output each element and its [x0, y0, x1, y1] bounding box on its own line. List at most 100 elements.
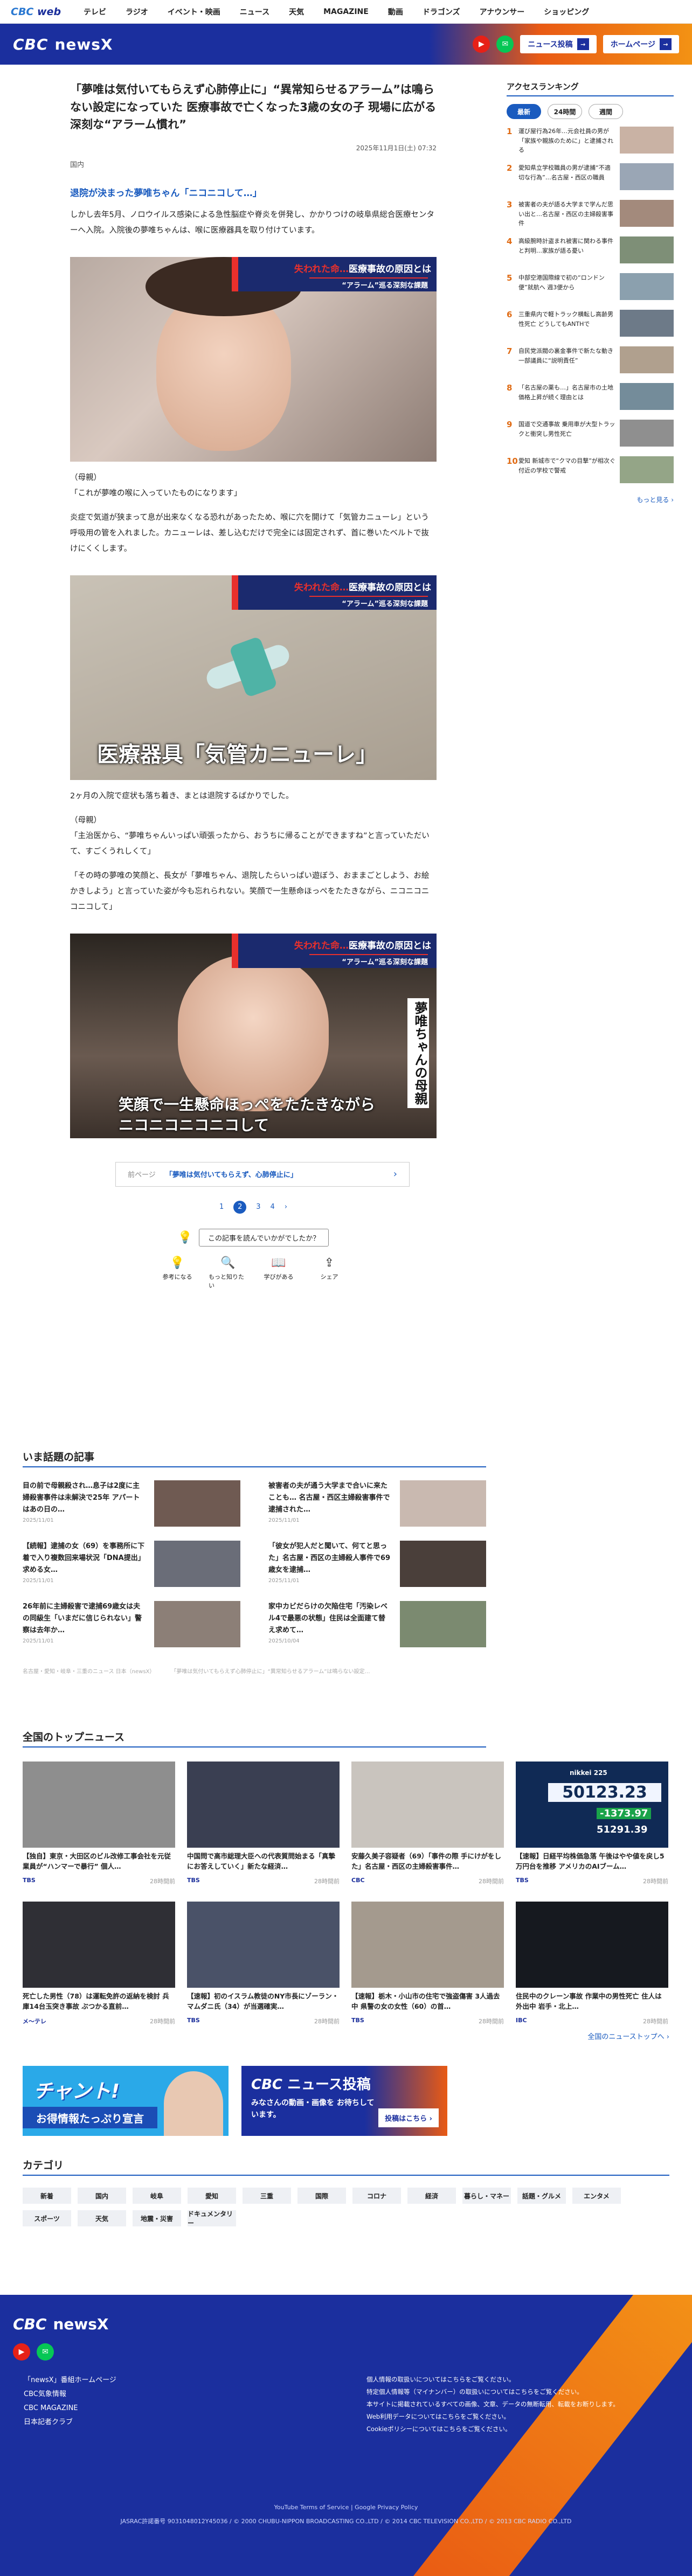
trending-thumbnail	[400, 1480, 486, 1527]
topnews-item[interactable]: nikkei 225 50123.23 -1373.97 51291.39 【速報】日経…	[516, 1762, 668, 1885]
cannula-hub-shape	[229, 636, 278, 698]
footer-link-weather[interactable]: CBC気象情報	[24, 2387, 116, 2401]
rank-headline: 中部空港国際線で初の“ロンドン便”就航へ 週3便から	[518, 274, 605, 291]
trending-item[interactable]: 【続報】逮捕の女（69）を事務所に下着で入り複数回来場状況「DNA提出」求める女…	[23, 1541, 240, 1587]
category-12[interactable]: 天気	[78, 2210, 126, 2226]
nav-tv[interactable]: テレビ	[75, 6, 115, 17]
topnews-item[interactable]: 安藤久美子容疑者（69）「事件の際 手にけがをした」名古屋・西区の主婦殺害事件……	[351, 1762, 504, 1885]
ranking-item[interactable]: 1 運び屋行為26年…元会社員の男が「家族や親族のために」と逮捕される	[507, 127, 674, 156]
tab-latest[interactable]: 最新	[507, 104, 541, 119]
ranking-item[interactable]: 8 「名古屋の薬も…」名古屋市の土地価格上昇が続く理由とは	[507, 383, 674, 412]
nav-shopping[interactable]: ショッピング	[535, 6, 598, 17]
nav-event[interactable]: イベント・映画	[159, 6, 229, 17]
topnews-item[interactable]: 【速報】初のイスラム教徒のNY市長にゾーラン・マムダニ氏（34）が当選確実… TB…	[187, 1902, 340, 2025]
prev-page-link[interactable]: 前ページ 「夢唯は気付いてもらえず、心肺停止に」 ›	[115, 1161, 410, 1187]
topnews-item[interactable]: 中国問で高市総理大臣への代表質問始まる「真摯にお答えしていく」新たな経済… TBS…	[187, 1762, 340, 1885]
trending-item[interactable]: 26年前に主婦殺害で逮捕69歳女は夫の同級生「いまだに信じられない」警察は去年か…	[23, 1601, 240, 1647]
ranking-item[interactable]: 6 三重県内で軽トラック横転し高齢男性死亡 どうしてもANTHで	[507, 310, 674, 339]
ranking-item[interactable]: 10 愛知 新城市で“クマの目撃”が相次ぐ 付近の学校で警戒	[507, 456, 674, 485]
reaction-learn[interactable]: 📖 学びがある	[259, 1256, 298, 1290]
youtube-icon[interactable]: ▶	[473, 36, 490, 53]
nav-announcer[interactable]: アナウンサー	[471, 6, 534, 17]
newsx-logo[interactable]: CBC newsX	[13, 36, 113, 53]
topnews-item[interactable]: 死亡した男性（78）は運転免許の返納を検討 兵庫14台玉突き事故 ぶつかる直前……	[23, 1902, 175, 2025]
category-14[interactable]: ドキュメンタリー	[188, 2210, 236, 2227]
ranking-item[interactable]: 9 国道で交通事故 乗用車が大型トラックと衝突し男性死亡	[507, 420, 674, 449]
trending-item[interactable]: 「彼女が犯人だと聞いて、何てと思った」名古屋・西区の主婦殺人事件で69歳女を逮捕…	[268, 1541, 486, 1587]
topnews-more-link[interactable]: 全国のニューストップへ ›	[23, 2031, 669, 2041]
article-quote: 「その時の夢唯の笑顔と、長女が「夢唯ちゃん、退院したらいっぱい遊ぼう、おままごと…	[70, 871, 430, 911]
line-icon[interactable]: ✉	[37, 2343, 54, 2361]
topnews-item[interactable]: 【速報】栃木・小山市の住宅で強盗傷害 3人過去中 県警の女の女性（60）の首… T…	[351, 1902, 504, 2025]
tab-weekly[interactable]: 週間	[589, 104, 623, 119]
rank-number: 3	[507, 200, 513, 210]
footer-terms[interactable]: YouTube Terms of Service | Google Privac…	[0, 2504, 692, 2511]
category-2[interactable]: 岐阜	[133, 2188, 181, 2204]
reaction-want-more[interactable]: 🔍 もっと知りたい	[209, 1256, 247, 1290]
share-button[interactable]: ⇪ シェア	[310, 1256, 349, 1290]
page-3[interactable]: 3	[256, 1203, 260, 1211]
tab-24h[interactable]: 24時間	[548, 104, 582, 119]
trending-item[interactable]: 家中カビだらけの欠陥住宅「汚染レベル4で最悪の状態」住民は全面建て替え求めて… 2…	[268, 1601, 486, 1647]
footer-link-press-club[interactable]: 日本記者クラブ	[24, 2415, 116, 2429]
news-post-banner[interactable]: CBC ニュース投稿 みなさんの動画・画像を お待ちしています。 投稿はこちら …	[241, 2066, 447, 2136]
chant-banner[interactable]: チャント! お得情報たっぷり宣言	[23, 2066, 229, 2136]
footer-link-program[interactable]: 「newsX」番組ホームページ	[24, 2373, 116, 2387]
global-nav: CBC web テレビ ラジオ イベント・映画 ニュース 天気 MAGAZINE…	[0, 0, 692, 24]
nav-magazine[interactable]: MAGAZINE	[315, 8, 377, 16]
trending-item[interactable]: 被害者の夫が通う大学まで合いに来たことも… 名古屋・西区主婦殺害事件で逮捕された…	[268, 1480, 486, 1527]
page-1[interactable]: 1	[219, 1203, 224, 1211]
topnews-source: TBS	[23, 1877, 36, 1884]
article-quote: （母親） 「これが夢唯の喉に入っていたものになります」	[70, 473, 242, 498]
line-icon[interactable]: ✉	[496, 36, 514, 53]
ranking-item[interactable]: 3 被害者の夫が語る大学まで学んだ思い出と…名古屋・西区の主婦殺害事件	[507, 200, 674, 229]
nav-news[interactable]: ニュース	[231, 6, 278, 17]
cbcweb-logo[interactable]: CBC web	[11, 6, 61, 18]
photo-caption: ニコニコニコニコして	[119, 1116, 269, 1134]
category-1[interactable]: 国内	[78, 2188, 126, 2204]
topnews-item[interactable]: 【独自】東京・大田区のビル改修工事会社を元従業員が“ハンマーで暴行” 個人… TB…	[23, 1762, 175, 1885]
footer-link-privacy[interactable]: 個人情報の取扱いについてはこちらをご覧ください。	[366, 2373, 619, 2386]
nav-weather[interactable]: 天気	[280, 6, 313, 17]
trending-item[interactable]: 目の前で母親殺され…息子は2度に主婦殺害事件は未解決で25年 アパートはあの日の…	[23, 1480, 240, 1527]
footer-link-mynumber[interactable]: 特定個人情報等（マイナンバー）の取扱いについてはこちらをご覧ください。	[366, 2386, 619, 2398]
ranking-item[interactable]: 4 高級腕時計盗まれ被害に関わる事件と判明…家族が語る憂い	[507, 236, 674, 266]
category-4[interactable]: 三重	[243, 2188, 291, 2204]
ranking-item[interactable]: 2 愛知県立学校職員の男が逮捕“不適切な行為”…名古屋・西区の職員	[507, 163, 674, 192]
rank-number: 2	[507, 163, 513, 173]
reaction-helpful[interactable]: 💡 参考になる	[158, 1256, 197, 1290]
category-7[interactable]: 経済	[407, 2188, 456, 2204]
ranking-more-link[interactable]: もっと見る ›	[507, 495, 674, 504]
category-8[interactable]: 暮らし・マネー	[462, 2188, 511, 2204]
post-here-button[interactable]: 投稿はこちら ›	[378, 2108, 439, 2127]
category-13[interactable]: 地震・災害	[133, 2210, 181, 2226]
category-10[interactable]: エンタメ	[572, 2188, 621, 2204]
rank-headline: 国道で交通事故 乗用車が大型トラックと衝突し男性死亡	[518, 421, 615, 437]
page-4[interactable]: 4	[271, 1203, 275, 1211]
footer-logo[interactable]: CBC newsX	[13, 2315, 109, 2333]
nav-dragons[interactable]: ドラゴンズ	[414, 6, 469, 17]
nav-radio[interactable]: ラジオ	[117, 6, 157, 17]
topnews-time: 28時間前	[150, 1878, 175, 1885]
rank-thumbnail	[620, 163, 674, 190]
page-next[interactable]: ›	[285, 1203, 287, 1211]
topnews-item[interactable]: 住民中のクレーン事故 作業中の男性死亡 住人は外出中 岩手・北上… IBC 28時間…	[516, 1902, 668, 2025]
homepage-button[interactable]: ホームページ →	[603, 35, 679, 53]
youtube-icon[interactable]: ▶	[13, 2343, 30, 2361]
ranking-item[interactable]: 7 自民党派閥の裏金事件で新たな動き 一部議員に“説明責任”	[507, 346, 674, 375]
category-6[interactable]: コロナ	[352, 2188, 401, 2204]
nav-video[interactable]: 動画	[379, 6, 412, 17]
category-3[interactable]: 愛知	[188, 2188, 236, 2204]
category-5[interactable]: 国際	[297, 2188, 346, 2204]
post-button[interactable]: ニュース投稿 →	[520, 35, 597, 53]
footer-copyright: JASRAC許諾番号 9031048012Y45036 / © 2000 CHU…	[120, 2518, 572, 2525]
footer-link-magazine[interactable]: CBC MAGAZINE	[24, 2401, 116, 2415]
ranking-item[interactable]: 5 中部空港国際線で初の“ロンドン便”就航へ 週3便から	[507, 273, 674, 302]
footer-link-webdata[interactable]: Web利用データについてはこちらをご覧ください。	[366, 2411, 619, 2423]
footer-link-cookie[interactable]: Cookieポリシーについてはこちらをご覧ください。	[366, 2423, 619, 2435]
article-category[interactable]: 国内	[70, 159, 437, 169]
category-11[interactable]: スポーツ	[23, 2210, 71, 2226]
category-9[interactable]: 話題・グルメ	[517, 2188, 566, 2204]
category-0[interactable]: 新着	[23, 2188, 71, 2204]
page-2-current[interactable]: 2	[233, 1200, 247, 1214]
